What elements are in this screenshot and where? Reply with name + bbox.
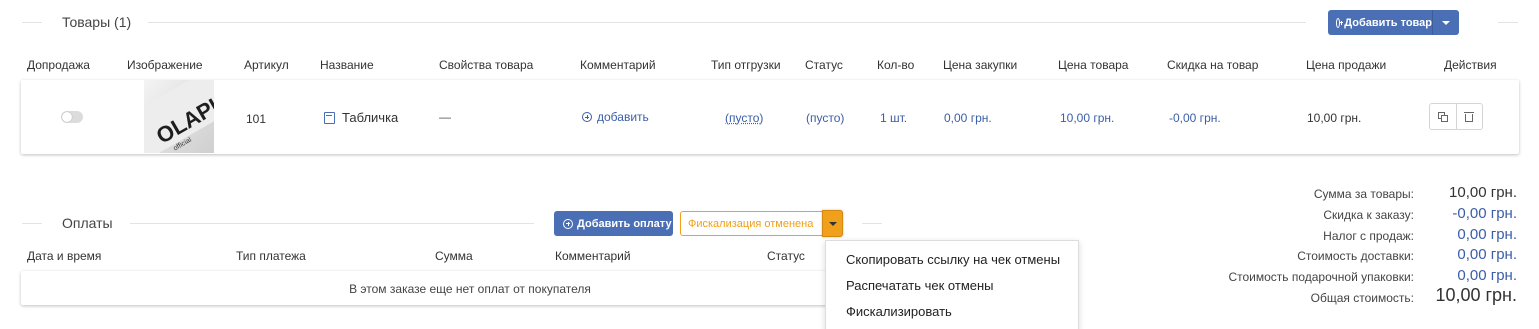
col-item-price: Цена товара [1058, 58, 1129, 72]
add-comment-link[interactable]: добавить [582, 110, 649, 124]
copy-icon [1437, 111, 1448, 122]
col-sale-price: Цена продажи [1306, 58, 1387, 72]
table-row: OLAPLEX official 101 Табличка — добавить… [21, 80, 1519, 154]
col-item-discount: Скидка на товар [1167, 58, 1259, 72]
product-properties: — [439, 110, 451, 124]
item-discount-link[interactable]: -0,00 грн. [1169, 111, 1221, 125]
add-product-label: Добавить товар [1344, 16, 1432, 29]
product-photo-logo: OLAPLEX official [144, 80, 214, 153]
box-icon [324, 111, 335, 124]
product-sku: 101 [246, 112, 267, 126]
col-image: Изображение [127, 58, 203, 72]
fiscal-dropdown-menu: Скопировать ссылку на чек отмены Распеча… [825, 240, 1079, 329]
item-price-link[interactable]: 10,00 грн. [1060, 111, 1114, 125]
summary-gift-wrap-value[interactable]: 0,00 грн. [1457, 267, 1517, 284]
purchase-price-link[interactable]: 0,00 грн. [944, 111, 992, 125]
divider [130, 223, 534, 224]
qty-link[interactable]: 1 шт. [880, 111, 907, 125]
summary-items-label: Сумма за товары: [1313, 187, 1414, 201]
product-name-label: Табличка [342, 110, 399, 125]
col-payment-comment: Комментарий [555, 249, 631, 263]
col-purchase-price: Цена закупки [943, 58, 1018, 72]
add-payment-button[interactable]: Добавить оплату [554, 211, 673, 236]
col-comment: Комментарий [580, 58, 656, 72]
summary-total-value: 10,00 грн. [1435, 285, 1517, 305]
shipment-type-link[interactable]: (пусто) [725, 111, 763, 125]
col-sku: Артикул [244, 58, 289, 72]
summary-tax-label: Налог с продаж: [1323, 229, 1414, 243]
col-status: Статус [805, 58, 843, 72]
plus-circle-icon [1336, 17, 1343, 28]
col-shipment-type: Тип отгрузки [711, 58, 781, 72]
payments-empty-message: В этом заказе еще нет оплат от покупател… [349, 282, 591, 296]
menu-item-copy-cancel-receipt-link[interactable]: Скопировать ссылку на чек отмены [846, 252, 1060, 267]
summary-gift-wrap-label: Стоимость подарочной упаковки: [1228, 270, 1414, 284]
col-payment-status: Статус [767, 249, 805, 263]
status-link[interactable]: (пусто) [806, 111, 844, 125]
fiscal-dropdown-toggle[interactable] [822, 210, 843, 237]
col-name: Название [320, 58, 374, 72]
payments-empty-row: В этом заказе еще нет оплат от покупател… [21, 271, 919, 305]
divider [1498, 22, 1518, 23]
col-qty: Кол-во [877, 58, 915, 72]
fiscal-status-label: Фискализация отменена [688, 217, 814, 230]
summary-discount-label: Скидка к заказу: [1323, 208, 1414, 222]
menu-item-print-cancel-receipt[interactable]: Распечатать чек отмены [846, 278, 994, 293]
divider [148, 22, 1306, 23]
col-upsell: Допродажа [27, 58, 90, 72]
row-actions [1429, 103, 1483, 130]
col-payment-type: Тип платежа [236, 249, 306, 263]
payments-section-title: Оплаты [62, 215, 113, 231]
summary-tax-value[interactable]: 0,00 грн. [1457, 226, 1517, 243]
plus-circle-icon [582, 112, 592, 122]
summary-delivery-label: Стоимость доставки: [1297, 249, 1414, 263]
divider [862, 223, 882, 224]
copy-button[interactable] [1430, 104, 1457, 129]
add-comment-label: добавить [597, 110, 649, 124]
sale-price: 10,00 грн. [1307, 111, 1362, 125]
plus-circle-icon [563, 218, 573, 229]
add-product-button[interactable]: Добавить товар [1328, 10, 1432, 35]
col-amount: Сумма [435, 249, 473, 263]
delete-button[interactable] [1457, 104, 1483, 129]
trash-icon [1464, 111, 1475, 122]
add-payment-label: Добавить оплату [577, 217, 672, 230]
divider [22, 22, 42, 23]
summary-delivery-value[interactable]: 0,00 грн. [1457, 246, 1517, 263]
summary-items-value: 10,00 грн. [1449, 184, 1517, 201]
divider [22, 223, 42, 224]
col-properties: Свойства товара [439, 58, 534, 72]
fiscal-status-button[interactable]: Фискализация отменена [680, 211, 823, 236]
add-product-dropdown-button[interactable] [1432, 10, 1459, 35]
summary-discount-value[interactable]: -0,00 грн. [1452, 205, 1517, 222]
summary-total-label: Общая стоимость: [1310, 291, 1414, 305]
col-actions: Действия [1444, 58, 1497, 72]
caret-down-icon [1442, 20, 1450, 25]
col-datetime: Дата и время [27, 249, 102, 263]
menu-item-fiscalize[interactable]: Фискализировать [846, 304, 952, 319]
products-section-title: Товары (1) [62, 14, 132, 30]
product-image: OLAPLEX official [144, 80, 214, 153]
upsell-toggle[interactable] [61, 111, 83, 123]
caret-down-icon [828, 221, 837, 226]
product-name[interactable]: Табличка [324, 110, 398, 125]
